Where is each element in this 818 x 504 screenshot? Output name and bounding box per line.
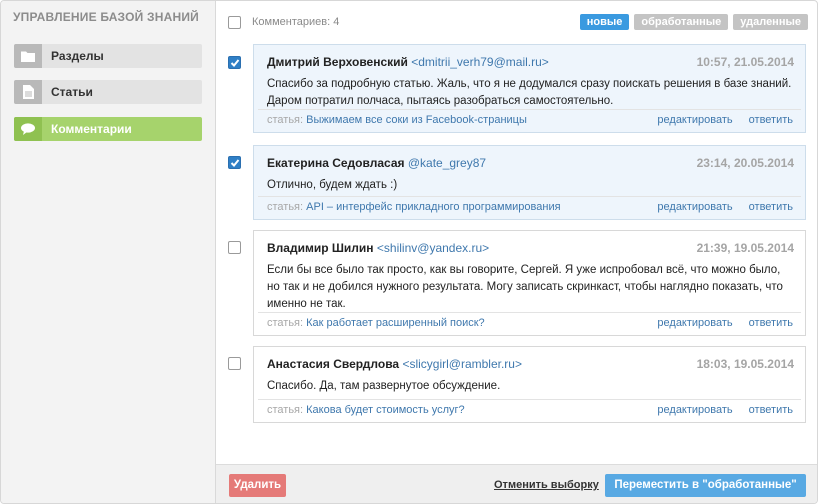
comment-card: Дмитрий Верховенский <dmitrii_verh79@mai…: [253, 44, 806, 133]
filter-deleted[interactable]: удаленные: [733, 14, 808, 30]
comment-email[interactable]: <slicygirl@rambler.ru>: [402, 357, 522, 371]
comment-text: Если бы все было так просто, как вы гово…: [267, 264, 783, 310]
filter-group: новые обработанные удаленные: [579, 14, 808, 30]
article-label: статья:: [267, 201, 304, 213]
comment-header: Анастасия Свердлова <slicygirl@rambler.r…: [267, 357, 522, 371]
reply-link[interactable]: ответить: [749, 404, 793, 416]
article-link[interactable]: Как работает расширенный поиск?: [306, 317, 485, 329]
comment-date: 23:14, 20.05.2014: [696, 156, 794, 170]
reply-link[interactable]: ответить: [749, 114, 793, 126]
comment-author: Владимир Шилин: [267, 241, 374, 255]
article-label: статья:: [267, 404, 304, 416]
comment-text: Спасибо за подробную статью. Жаль, что я…: [267, 78, 792, 107]
comment-footer: статья: API – интерфейс прикладного прог…: [258, 196, 801, 216]
delete-button[interactable]: Удалить: [229, 474, 286, 497]
filter-processed[interactable]: обработанные: [634, 14, 729, 30]
comment-date: 18:03, 19.05.2014: [696, 357, 794, 371]
sidebar-item-articles[interactable]: Статьи: [14, 80, 202, 104]
sidebar: УПРАВЛЕНИЕ БАЗОЙ ЗНАНИЙ Разделы Статьи К…: [1, 1, 216, 503]
comment-author: Анастасия Свердлова: [267, 357, 400, 371]
edit-link[interactable]: редактировать: [657, 114, 732, 126]
sidebar-item-comments[interactable]: Комментарии: [14, 117, 202, 141]
comment-card: Владимир Шилин <shilinv@yandex.ru> 21:39…: [253, 230, 806, 336]
comment-checkbox[interactable]: [228, 357, 241, 370]
edit-link[interactable]: редактировать: [657, 201, 732, 213]
comment-author: Дмитрий Верховенский: [267, 55, 408, 69]
sidebar-item-label: Статьи: [51, 85, 93, 99]
comments-count: Комментариев: 4: [252, 16, 340, 28]
reply-link[interactable]: ответить: [749, 317, 793, 329]
comment-email[interactable]: <shilinv@yandex.ru>: [377, 241, 489, 255]
comment-date: 21:39, 19.05.2014: [696, 241, 794, 255]
edit-link[interactable]: редактировать: [657, 404, 732, 416]
reply-link[interactable]: ответить: [749, 201, 793, 213]
comment-checkbox[interactable]: [228, 56, 241, 69]
comments-toolbar: Комментариев: 4 новые обработанные удале…: [216, 1, 817, 43]
select-all-checkbox[interactable]: [228, 16, 241, 29]
comment-footer: статья: Выжимаем все соки из Facebook-ст…: [258, 109, 801, 129]
edit-link[interactable]: редактировать: [657, 317, 732, 329]
comment-header: Екатерина Седовласая @kate_grey87: [267, 156, 486, 170]
sidebar-item-label: Разделы: [51, 49, 104, 63]
comment-footer: статья: Как работает расширенный поиск? …: [258, 312, 801, 332]
comment-card: Екатерина Седовласая @kate_grey87 23:14,…: [253, 145, 806, 220]
article-link[interactable]: Выжимаем все соки из Facebook-страницы: [306, 114, 527, 126]
article-label: статья:: [267, 114, 304, 126]
comment-header: Дмитрий Верховенский <dmitrii_verh79@mai…: [267, 55, 549, 69]
document-icon: [14, 80, 42, 104]
sidebar-item-label: Комментарии: [51, 122, 132, 136]
filter-new[interactable]: новые: [579, 14, 630, 30]
folder-icon: [14, 44, 42, 68]
comment-checkbox[interactable]: [228, 156, 241, 169]
reset-selection-link[interactable]: Отменить выборку: [494, 479, 599, 491]
comment-text: Спасибо. Да, там развернутое обсуждение.: [267, 380, 501, 392]
app-window: УПРАВЛЕНИЕ БАЗОЙ ЗНАНИЙ Разделы Статьи К…: [0, 0, 818, 504]
comment-text: Отлично, будем ждать :): [267, 179, 398, 191]
comment-footer: статья: Какова будет стоимость услуг? ре…: [258, 399, 801, 419]
comment-header: Владимир Шилин <shilinv@yandex.ru>: [267, 241, 489, 255]
comments-panel: Комментариев: 4 новые обработанные удале…: [216, 1, 817, 464]
action-bar: Удалить Отменить выборку Переместить в "…: [216, 464, 817, 503]
sidebar-title: УПРАВЛЕНИЕ БАЗОЙ ЗНАНИЙ: [13, 10, 199, 24]
article-link[interactable]: API – интерфейс прикладного программиров…: [306, 201, 560, 213]
comment-email[interactable]: @kate_grey87: [408, 156, 486, 170]
move-to-processed-button[interactable]: Переместить в "обработанные": [605, 474, 806, 497]
comment-date: 10:57, 21.05.2014: [696, 55, 794, 69]
comment-card: Анастасия Свердлова <slicygirl@rambler.r…: [253, 346, 806, 423]
comment-author: Екатерина Седовласая: [267, 156, 405, 170]
article-link[interactable]: Какова будет стоимость услуг?: [306, 404, 465, 416]
comment-checkbox[interactable]: [228, 241, 241, 254]
comment-icon: [14, 117, 42, 141]
comment-email[interactable]: <dmitrii_verh79@mail.ru>: [411, 55, 549, 69]
article-label: статья:: [267, 317, 304, 329]
sidebar-item-sections[interactable]: Разделы: [14, 44, 202, 68]
